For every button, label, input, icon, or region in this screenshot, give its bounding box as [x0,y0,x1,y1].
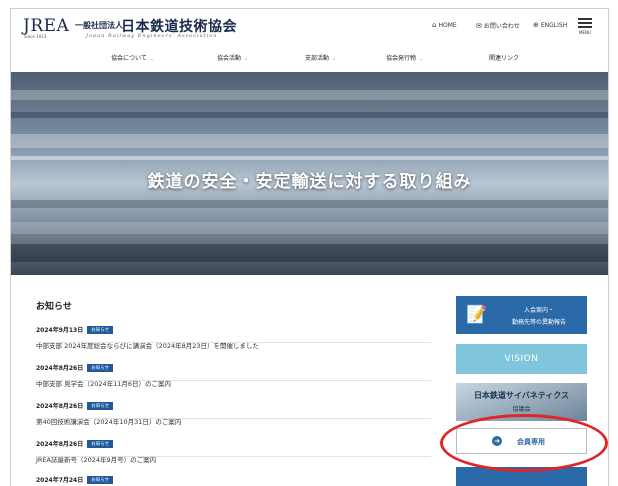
membership-info-button[interactable]: 📝 入会案内・ 勤務先等の異動報告 [456,296,587,334]
nav-item-label: 協会発行物 [386,55,417,62]
news-date: 2024年8月26日 [36,403,84,410]
highlight-circle [440,414,608,472]
mail-icon: ✉ [476,22,482,30]
hero-banner: 鉄道の安全・安定輸送に対する取り組み [11,72,608,275]
news-section-title: お知らせ [36,302,72,312]
news-divider [36,418,431,419]
nav-item-activities[interactable]: 協会活動 ⌄ [217,53,248,62]
globe-icon: ⊕ [533,21,539,29]
nav-item-publications[interactable]: 協会発行物 ⌄ [386,53,423,62]
news-item[interactable]: 2024年8月26日 お知らせ JREA誌最新号（2024年9月号）のご案内 [36,431,431,464]
contact-link-label: お問い合わせ [483,23,520,30]
news-date: 2024年9月13日 [36,327,84,334]
hero-motion-streak [11,134,608,148]
menu-bar-icon [578,18,592,20]
news-divider [36,456,431,457]
hero-motion-streak [11,200,608,208]
nav-item-branches[interactable]: 支部活動 ⌄ [305,53,336,62]
hero-motion-streak [11,90,608,100]
nav-item-label: 協会活動 [217,55,242,62]
address-change-label: 勤務先等の異動報告 [511,319,566,326]
contact-link[interactable]: ✉ お問い合わせ [476,21,520,30]
english-link[interactable]: ⊕ ENGLISH [533,21,567,29]
news-item[interactable]: 2024年9月13日 お知らせ 中部支部 2024年度総会ならびに講演会（2024… [36,317,431,350]
hero-motion-streak [11,112,608,118]
news-item[interactable]: 2024年7月24日 お知らせ [36,467,431,486]
news-badge: お知らせ [87,326,114,334]
hamburger-menu-button[interactable]: MENU [578,18,592,35]
nav-item-label: 関連リンク [489,55,520,62]
hero-title: 鉄道の安全・安定輸送に対する取り組み [147,172,472,192]
nav-item-links[interactable]: 関連リンク [489,53,519,62]
site-header: JREA Since 1913 一般社団法人 日本鉄道技術協会 Japan Ra… [11,9,608,39]
news-date: 2024年8月26日 [36,441,84,448]
news-badge: お知らせ [87,402,114,410]
chevron-down-icon: ⌄ [149,56,155,62]
news-date: 2024年8月26日 [36,365,84,372]
home-link-label: HOME [438,22,457,29]
chevron-down-icon: ⌄ [332,56,337,62]
english-link-label: ENGLISH [540,22,568,29]
news-badge: お知らせ [87,440,114,448]
cybernetics-subtitle: 協議会 [512,406,531,413]
news-item[interactable]: 2024年8月26日 お知らせ 第40回技術講演会（2024年10月31日）のご案… [36,393,431,426]
hero-motion-streak [11,222,608,234]
news-divider [36,342,431,343]
nav-item-about[interactable]: 協会について ⌄ [111,53,154,62]
membership-info-label: 入会案内・ [523,307,554,314]
logo-since-text: Since 1913 [24,34,47,39]
chevron-down-icon: ⌄ [419,56,424,62]
menu-label: MENU [579,30,591,35]
logo-english-name: Japan Railway Engineers' Association [86,33,218,39]
logo-prefix-text: 一般社団法人 [75,21,123,30]
home-icon: ⌂ [432,21,437,29]
nav-item-label: 支部活動 [305,55,330,62]
news-badge: お知らせ [87,364,114,372]
news-divider [36,380,431,381]
vision-button[interactable]: VISION [456,344,587,374]
cybernetics-title: 日本鉄道サイバネティクス [473,391,570,400]
hero-motion-streak [11,156,608,160]
logo-latin-text: JREA [23,16,70,36]
nav-item-label: 協会について [111,55,147,62]
news-badge: お知らせ [87,476,114,484]
news-item[interactable]: 2024年8月26日 お知らせ 中部支部 見学会（2024年11月6日）のご案内 [36,355,431,388]
hero-motion-streak [11,244,608,262]
news-date: 2024年7月24日 [36,477,84,484]
main-nav: 協会について ⌄ 協会活動 ⌄ 支部活動 ⌄ 協会発行物 ⌄ 関連リンク [11,49,608,67]
menu-bar-icon [578,26,592,28]
home-link[interactable]: ⌂ HOME [432,21,457,29]
document-pen-icon: 📝 [466,305,488,325]
chevron-down-icon: ⌄ [244,56,249,62]
menu-bar-icon [578,22,592,24]
